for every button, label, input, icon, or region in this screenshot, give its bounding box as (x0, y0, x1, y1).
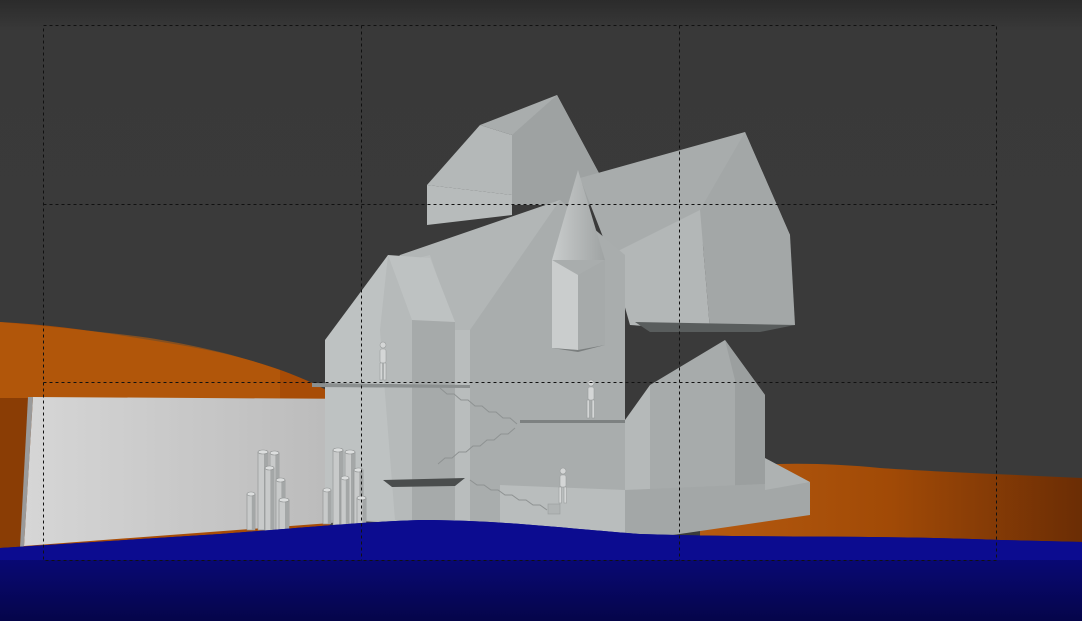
cylinder-cap (275, 477, 286, 483)
cylinder-cap (322, 487, 332, 493)
cylinder-shade (345, 478, 349, 530)
cylinder-shade (270, 468, 274, 538)
cylinder-shade (327, 490, 331, 524)
cylinder-cap (269, 450, 280, 456)
cylinder-cap (344, 449, 356, 455)
scene-render[interactable] (0, 0, 1082, 621)
cylinder-cap (332, 447, 344, 453)
cylinder-cap (356, 495, 367, 501)
cylinder-cap (257, 449, 269, 455)
cylinder-shade (251, 494, 255, 530)
cylinder-cap (246, 491, 256, 497)
3d-viewport[interactable] (0, 0, 1082, 621)
cylinder-cap (278, 497, 290, 503)
cylinder-cap (340, 475, 350, 481)
cylinder-cap (264, 465, 275, 471)
